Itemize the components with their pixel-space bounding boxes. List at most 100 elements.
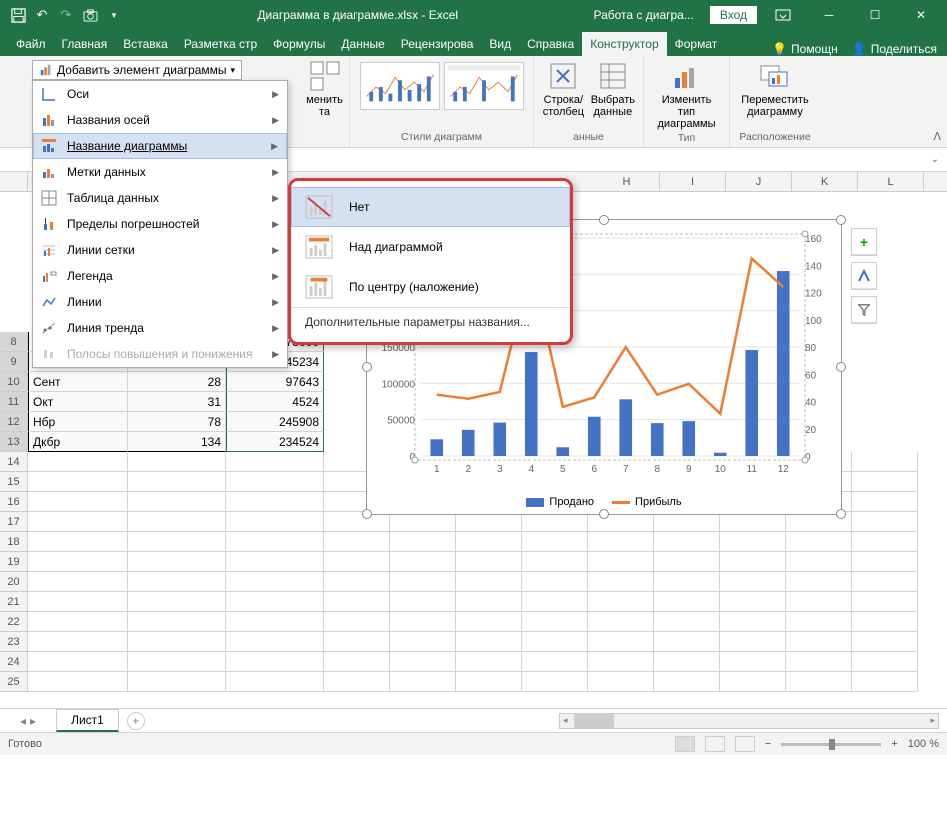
svg-text:60: 60 [805, 370, 817, 381]
svg-text:100: 100 [805, 316, 822, 327]
add-chart-element-button[interactable]: Добавить элемент диаграммы ▾ [32, 60, 242, 80]
ribbon: Добавить элемент диаграммы ▾ Оси▶ Назван… [0, 56, 947, 148]
svg-text:40: 40 [805, 398, 817, 409]
menu-updown-bars: Полосы повышения и понижения▶ [33, 341, 287, 367]
svg-text:2: 2 [465, 464, 471, 475]
chart-side-add[interactable]: + [851, 228, 877, 256]
svg-text:5: 5 [560, 464, 566, 475]
col-header[interactable]: L [858, 172, 924, 191]
menu-error-bars[interactable]: Пределы погрешностей▶ [33, 211, 287, 237]
tab-format[interactable]: Формат [667, 32, 726, 56]
ribbon-options-icon[interactable] [763, 0, 803, 30]
svg-text:10: 10 [715, 464, 727, 475]
view-layout-icon[interactable] [705, 736, 725, 752]
menu-chart-title[interactable]: Название диаграммы▶ [33, 133, 287, 159]
svg-text:80: 80 [805, 343, 817, 354]
sheet-nav-next[interactable]: ▸ [30, 714, 36, 728]
col-header[interactable]: H [594, 172, 660, 191]
menu-gridlines[interactable]: Линии сетки▶ [33, 237, 287, 263]
tab-formulas[interactable]: Формулы [265, 32, 333, 56]
submenu-more-options[interactable]: Дополнительные параметры названия... [291, 307, 570, 336]
maximize-icon[interactable]: ☐ [855, 0, 895, 30]
svg-text:3: 3 [497, 464, 503, 475]
tab-insert[interactable]: Вставка [115, 32, 176, 56]
zoom-slider[interactable] [781, 743, 881, 746]
tab-data[interactable]: Данные [333, 32, 392, 56]
menu-trendline[interactable]: Линия тренда▶ [33, 315, 287, 341]
ribbon-tabs: Файл Главная Вставка Разметка стр Формул… [0, 30, 947, 56]
zoom-level[interactable]: 100 % [908, 738, 939, 750]
svg-text:100000: 100000 [382, 379, 416, 390]
chart-side-filter[interactable] [851, 296, 877, 324]
share-button[interactable]: 👤 Поделиться [852, 42, 937, 56]
tab-review[interactable]: Рецензирова [393, 32, 482, 56]
svg-text:50000: 50000 [387, 416, 415, 427]
chart-legend: Продано Прибыль [367, 496, 841, 508]
zoom-out[interactable]: − [765, 738, 771, 750]
menu-axes[interactable]: Оси▶ [33, 81, 287, 107]
svg-text:9: 9 [686, 464, 692, 475]
submenu-above[interactable]: Над диаграммой [291, 227, 570, 267]
move-chart-button[interactable]: Переместить диаграмму [738, 60, 812, 118]
undo-icon[interactable]: ↶ [34, 7, 50, 23]
svg-text:12: 12 [778, 464, 790, 475]
svg-text:20: 20 [805, 425, 817, 436]
menu-data-labels[interactable]: Метки данных▶ [33, 159, 287, 185]
svg-text:6: 6 [591, 464, 597, 475]
view-normal-icon[interactable] [675, 736, 695, 752]
formula-expand-icon[interactable]: ⌄ [931, 154, 939, 165]
tab-layout[interactable]: Разметка стр [176, 32, 265, 56]
menu-lines[interactable]: Линии▶ [33, 289, 287, 315]
chart-style-1[interactable] [360, 62, 440, 110]
save-icon[interactable] [10, 7, 26, 23]
svg-text:8: 8 [654, 464, 660, 475]
tab-home[interactable]: Главная [54, 32, 116, 56]
close-icon[interactable]: ✕ [901, 0, 941, 30]
collapse-ribbon-icon[interactable]: ᐱ [933, 130, 941, 143]
submenu-centered[interactable]: По центру (наложение) [291, 267, 570, 307]
status-text: Готово [8, 738, 42, 750]
title-bar: ↶ ↷ ▾ Диаграмма в диаграмме.xlsx - Excel… [0, 0, 947, 30]
sheet-nav-prev[interactable]: ◂ [20, 714, 26, 728]
svg-text:120: 120 [805, 289, 822, 300]
chart-title-submenu: Нет Над диаграммой По центру (наложение)… [288, 178, 573, 345]
col-header[interactable]: J [726, 172, 792, 191]
minimize-icon[interactable]: ─ [809, 0, 849, 30]
chart-side-style[interactable] [851, 262, 877, 290]
svg-text:7: 7 [623, 464, 629, 475]
select-all-corner[interactable] [0, 172, 28, 191]
sheet-tab[interactable]: Лист1 [56, 709, 119, 732]
tab-file[interactable]: Файл [8, 32, 54, 56]
svg-text:4: 4 [528, 464, 534, 475]
chart-element-icon [39, 63, 53, 77]
col-header[interactable]: K [792, 172, 858, 191]
redo-icon[interactable]: ↷ [58, 7, 74, 23]
tab-design[interactable]: Конструктор [582, 32, 666, 56]
horizontal-scrollbar[interactable]: ◂ ▸ [559, 713, 939, 729]
qat-dropdown-icon[interactable]: ▾ [106, 7, 122, 23]
tab-help[interactable]: Справка [519, 32, 582, 56]
col-header[interactable]: I [660, 172, 726, 191]
window-title: Диаграмма в диаграмме.xlsx - Excel [122, 8, 593, 22]
chart-style-2[interactable] [444, 62, 524, 110]
login-button[interactable]: Вход [710, 6, 757, 24]
menu-data-table[interactable]: Таблица данных▶ [33, 185, 287, 211]
chart-element-menu: Оси▶ Названия осей▶ Название диаграммы▶ … [32, 80, 288, 368]
submenu-none[interactable]: Нет [291, 187, 570, 227]
menu-axis-titles[interactable]: Названия осей▶ [33, 107, 287, 133]
add-sheet-button[interactable]: + [127, 712, 145, 730]
svg-text:140: 140 [805, 261, 822, 272]
svg-text:1: 1 [434, 464, 440, 475]
camera-icon[interactable] [82, 7, 98, 23]
switch-row-col-button[interactable]: Строка/ столбец [542, 60, 585, 118]
tell-me[interactable]: 💡 Помощн [772, 42, 838, 56]
zoom-in[interactable]: + [891, 738, 897, 750]
quick-layout-button[interactable]: менить та [306, 60, 343, 118]
select-data-button[interactable]: Выбрать данные [591, 60, 635, 118]
sheet-tab-bar: ◂ ▸ Лист1 + ◂ ▸ [0, 708, 947, 732]
context-label: Работа с диагра... [593, 8, 693, 22]
view-break-icon[interactable] [735, 736, 755, 752]
tab-view[interactable]: Вид [481, 32, 519, 56]
change-chart-type-button[interactable]: Изменить тип диаграммы [652, 60, 721, 130]
menu-legend[interactable]: Легенда▶ [33, 263, 287, 289]
